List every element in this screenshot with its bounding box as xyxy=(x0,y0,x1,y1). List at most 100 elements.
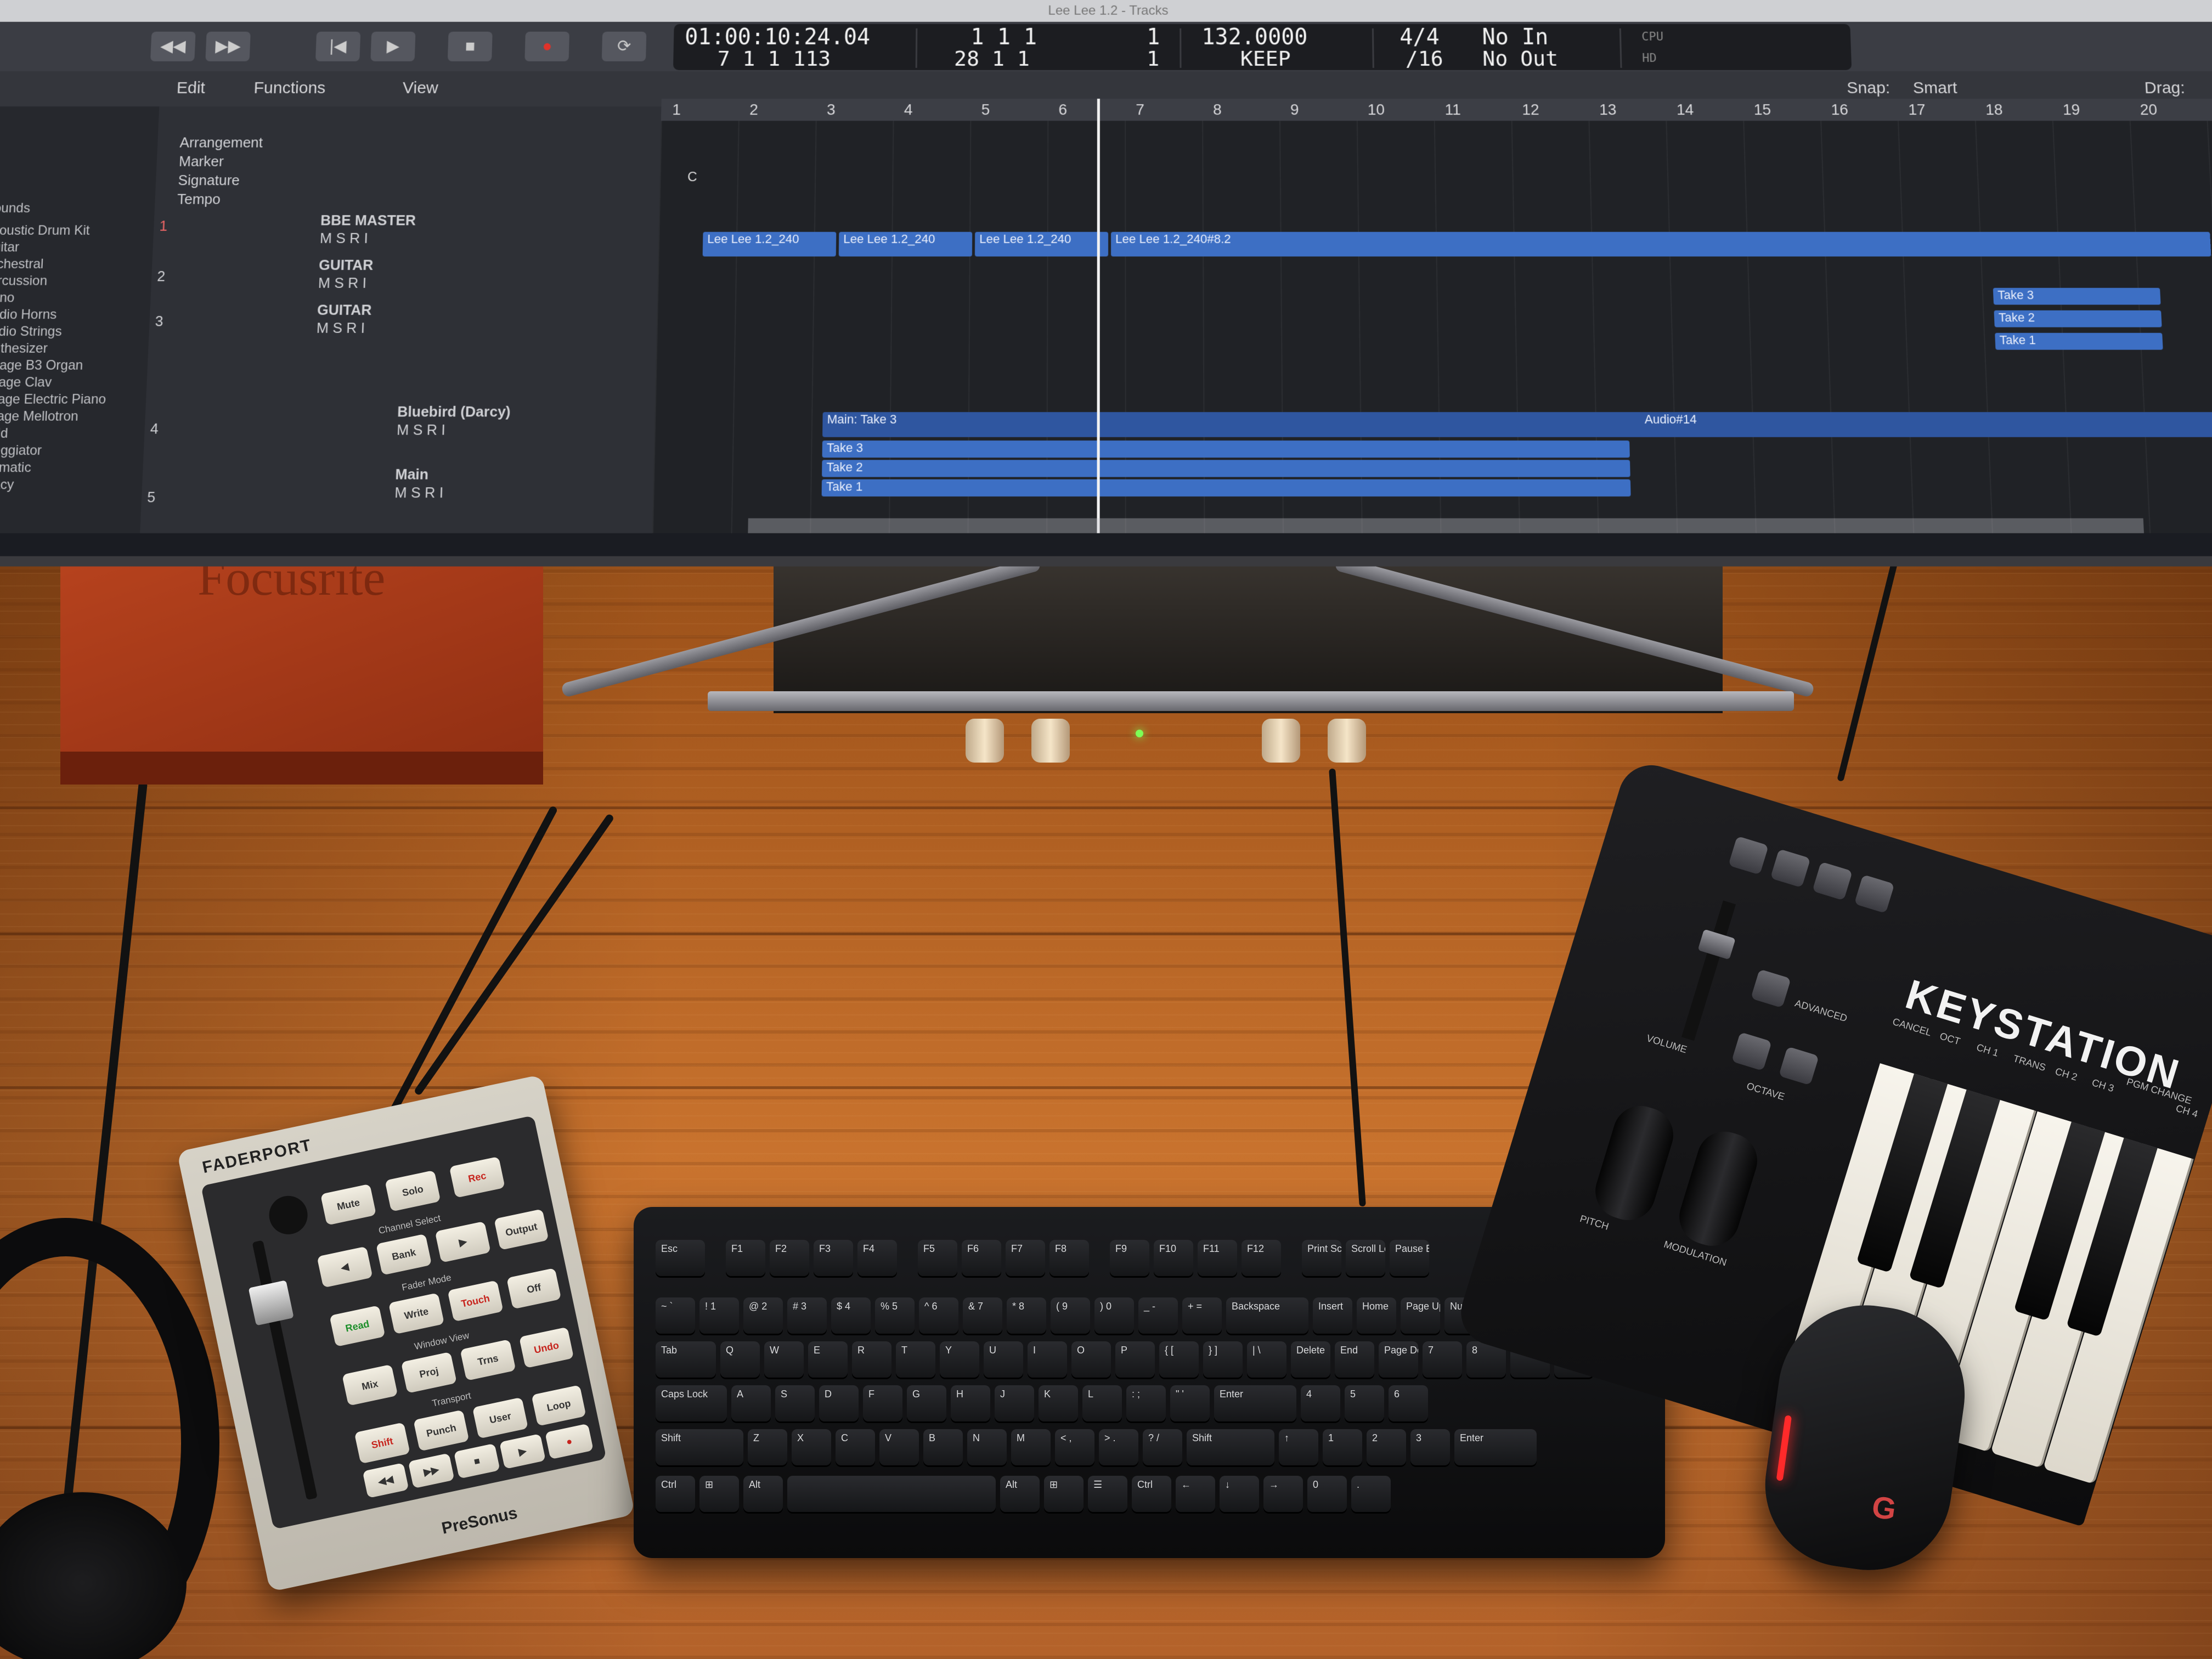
library-item[interactable]: Vintage Clav xyxy=(0,375,52,391)
global-track-marker[interactable]: Marker xyxy=(178,153,224,170)
mute-button[interactable]: Mute xyxy=(320,1183,377,1226)
go-to-start-button[interactable]: |◀ xyxy=(315,31,361,61)
key[interactable]: C xyxy=(836,1429,875,1465)
key[interactable]: Shift xyxy=(1187,1429,1274,1465)
tracks-area[interactable]: C Lee Lee 1.2_240 Lee Lee 1.2_240 Lee Le… xyxy=(652,121,2212,533)
library-item[interactable]: Vintage Mellotron xyxy=(0,409,78,425)
octave-down-button[interactable] xyxy=(1731,1032,1772,1071)
key[interactable]: { [ xyxy=(1159,1341,1199,1378)
key[interactable]: 5 xyxy=(1345,1385,1384,1421)
key[interactable]: ! 1 xyxy=(699,1297,739,1334)
key[interactable]: M xyxy=(1011,1429,1051,1465)
off-button[interactable]: Off xyxy=(506,1268,562,1310)
key[interactable]: ↑ xyxy=(1279,1429,1318,1465)
track-controls[interactable]: M S R I xyxy=(394,484,444,501)
key[interactable]: L xyxy=(1082,1385,1122,1421)
track-name[interactable]: Bluebird (Darcy) xyxy=(397,403,511,421)
global-track-arrangement[interactable]: Arrangement xyxy=(179,134,263,151)
bar-ruler[interactable]: 1 2 3 4 5 6 7 8 9 10 11 12 13 14 15 16 1… xyxy=(661,98,2212,121)
rec-button[interactable]: Rec xyxy=(449,1156,505,1198)
audio-region[interactable]: Lee Lee 1.2_240 xyxy=(974,232,1108,257)
library-item[interactable]: Percussion xyxy=(0,273,48,289)
take-region[interactable]: Take 2 xyxy=(1994,310,2162,328)
key[interactable]: End xyxy=(1335,1341,1374,1378)
macos-dock[interactable] xyxy=(748,518,2144,533)
preamp-knob[interactable] xyxy=(1328,719,1366,763)
key[interactable]: ⊞ xyxy=(699,1476,739,1512)
key[interactable]: I xyxy=(1028,1341,1067,1378)
functions-menu[interactable]: Functions xyxy=(253,79,326,98)
key[interactable]: F3 xyxy=(814,1240,853,1276)
library-item[interactable]: Studio Horns xyxy=(0,307,57,323)
channel-right-button[interactable]: ▶ xyxy=(435,1221,491,1263)
key[interactable]: B xyxy=(923,1429,963,1465)
key[interactable]: @ 2 xyxy=(743,1297,783,1334)
track-controls[interactable]: M S R I xyxy=(316,319,365,337)
key[interactable]: Tab xyxy=(656,1341,716,1378)
library-item[interactable]: Guitar xyxy=(0,240,20,256)
rewind-button[interactable]: ◀◀ xyxy=(362,1463,409,1498)
key[interactable]: > . xyxy=(1099,1429,1138,1465)
loop-button[interactable]: Loop xyxy=(531,1385,586,1426)
key[interactable]: X xyxy=(792,1429,831,1465)
channel-left-button[interactable]: ◀ xyxy=(317,1246,373,1288)
key[interactable]: W xyxy=(764,1341,804,1378)
key[interactable]: T xyxy=(896,1341,935,1378)
track-controls[interactable]: M S R I xyxy=(318,274,366,292)
key[interactable]: F2 xyxy=(770,1240,809,1276)
key[interactable]: & 7 xyxy=(963,1297,1002,1334)
key[interactable]: ) 0 xyxy=(1094,1297,1134,1334)
ks-button[interactable] xyxy=(1728,836,1769,875)
key[interactable]: } ] xyxy=(1203,1341,1243,1378)
key[interactable]: E xyxy=(808,1341,848,1378)
key[interactable]: Alt xyxy=(743,1476,783,1512)
key[interactable]: F11 xyxy=(1198,1240,1237,1276)
key[interactable]: ☰ xyxy=(1088,1476,1127,1512)
modulation-wheel[interactable] xyxy=(1672,1125,1764,1253)
key[interactable]: R xyxy=(852,1341,891,1378)
key[interactable]: Backspace xyxy=(1226,1297,1308,1334)
library-item[interactable]: Acoustic Drum Kit xyxy=(0,223,90,238)
key[interactable]: P xyxy=(1115,1341,1155,1378)
forward-button[interactable]: ▶▶ xyxy=(205,31,251,61)
key[interactable]: : ; xyxy=(1126,1385,1166,1421)
stop-button[interactable]: ■ xyxy=(447,31,493,61)
bank-button[interactable]: Bank xyxy=(376,1233,432,1276)
rewind-button[interactable]: ◀◀ xyxy=(150,31,196,61)
key[interactable]: Q xyxy=(720,1341,760,1378)
track-name[interactable]: GUITAR xyxy=(317,301,372,319)
key[interactable]: 6 xyxy=(1389,1385,1428,1421)
key[interactable]: 2 xyxy=(1367,1429,1406,1465)
key[interactable]: F6 xyxy=(962,1240,1001,1276)
library-item[interactable]: Piano xyxy=(0,290,15,306)
edit-menu[interactable]: Edit xyxy=(176,79,205,98)
key[interactable]: Pause Break xyxy=(1390,1240,1429,1276)
record-button[interactable]: ● xyxy=(545,1423,594,1460)
key[interactable]: F12 xyxy=(1242,1240,1281,1276)
key[interactable]: F1 xyxy=(726,1240,765,1276)
key[interactable]: Enter xyxy=(1454,1429,1537,1465)
key[interactable]: F10 xyxy=(1154,1240,1193,1276)
key[interactable]: % 5 xyxy=(875,1297,915,1334)
key[interactable]: . xyxy=(1351,1476,1391,1512)
key[interactable]: N xyxy=(967,1429,1007,1465)
take-region[interactable]: Take 2 xyxy=(822,460,1630,477)
track-controls[interactable]: M S R I xyxy=(397,421,446,439)
key[interactable]: F9 xyxy=(1110,1240,1149,1276)
key[interactable]: U xyxy=(984,1341,1023,1378)
track-name[interactable]: GUITAR xyxy=(319,257,374,274)
key[interactable]: ? / xyxy=(1143,1429,1182,1465)
key[interactable]: Print Screen xyxy=(1302,1240,1341,1276)
stop-button[interactable]: ■ xyxy=(453,1443,500,1479)
cycle-button[interactable]: ⟳ xyxy=(601,31,647,61)
key[interactable]: Enter xyxy=(1214,1385,1296,1421)
division[interactable]: /16 xyxy=(1405,47,1443,71)
fast-forward-button[interactable]: ▶▶ xyxy=(408,1453,455,1489)
key[interactable]: S xyxy=(775,1385,815,1421)
motor-fader[interactable] xyxy=(248,1280,294,1326)
library-item[interactable]: Orchestral xyxy=(0,257,44,273)
key[interactable]: $ 4 xyxy=(831,1297,871,1334)
key[interactable]: Alt xyxy=(1000,1476,1040,1512)
preamp-knob[interactable] xyxy=(1262,719,1300,763)
playhead[interactable] xyxy=(1097,98,1100,533)
